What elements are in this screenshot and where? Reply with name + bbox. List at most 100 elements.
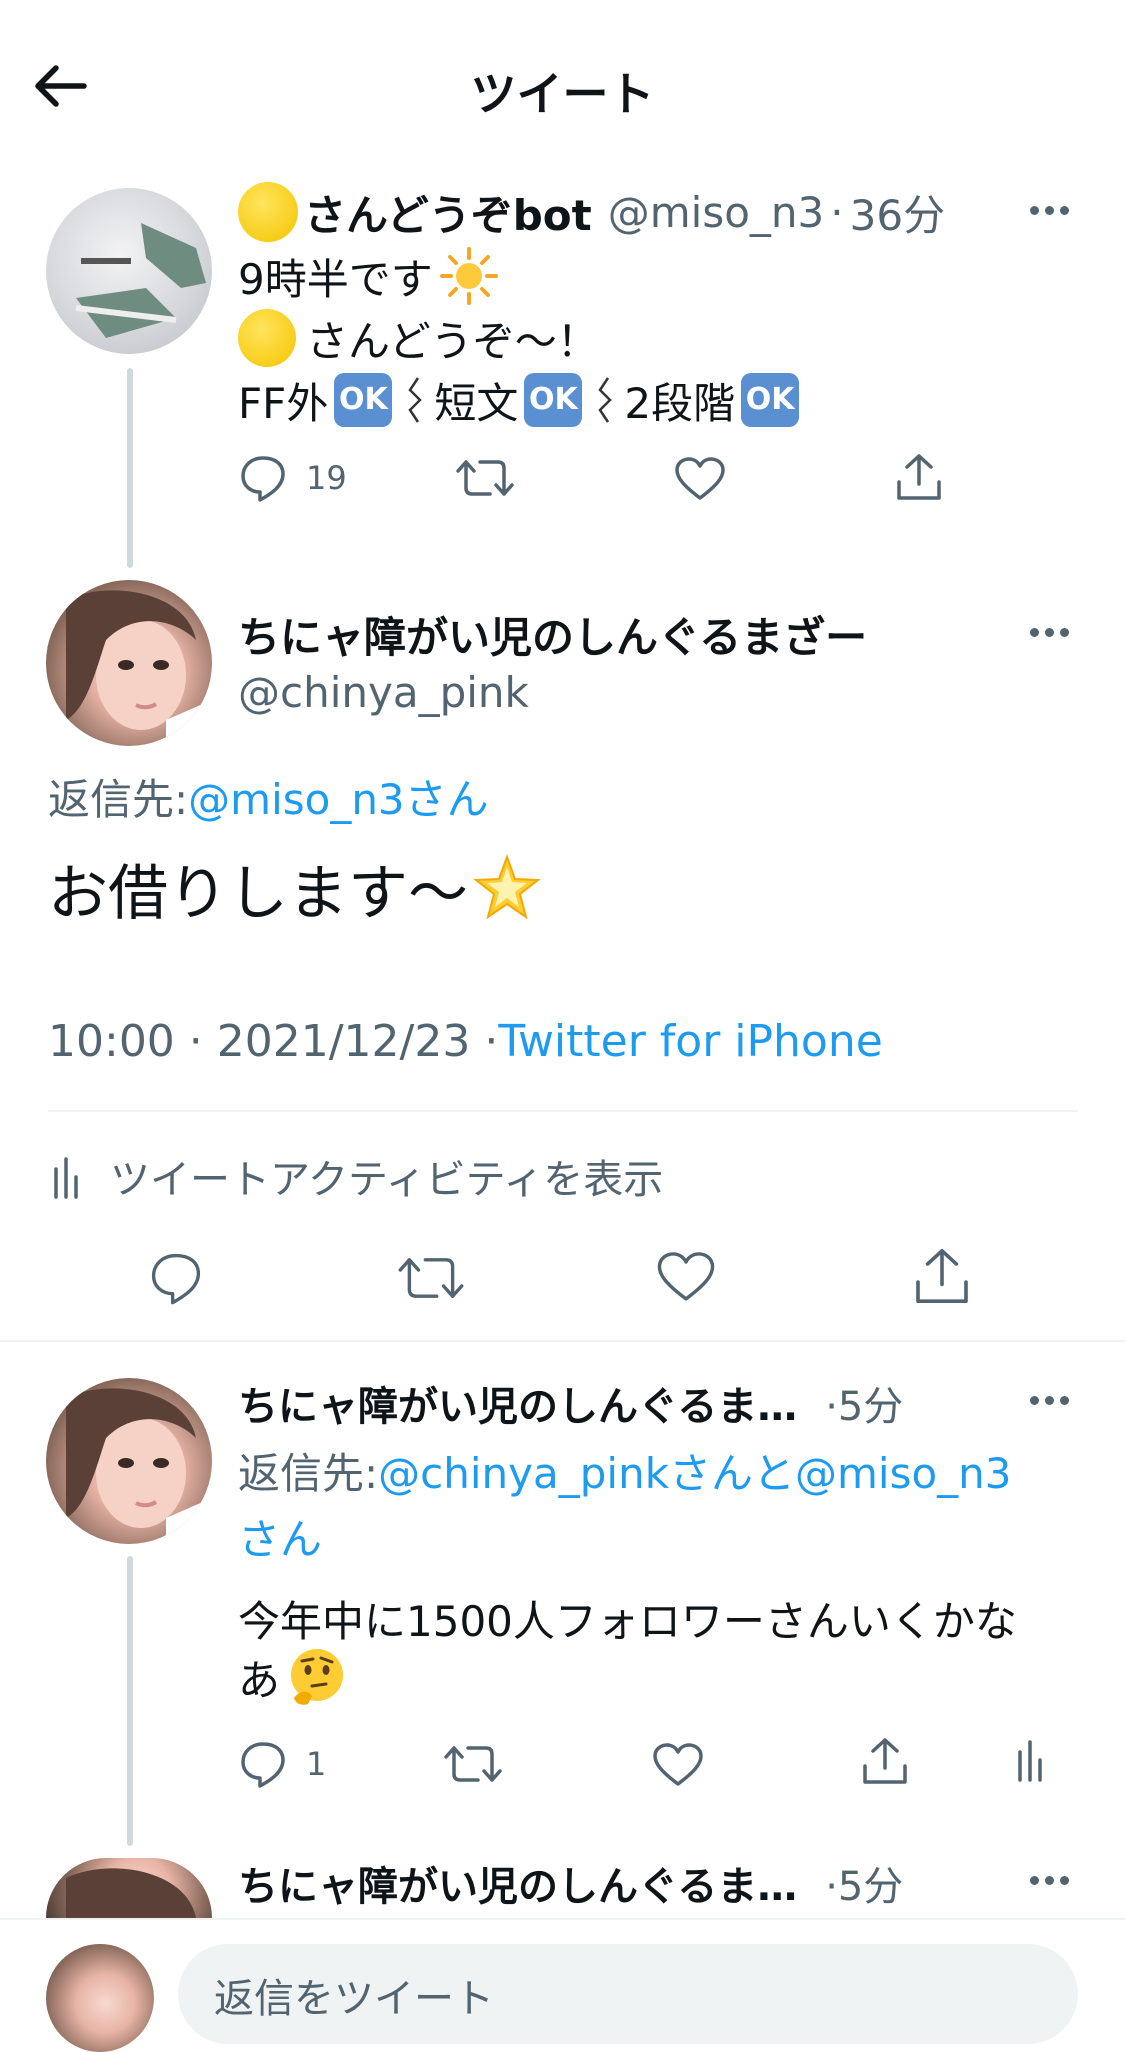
tweet-text: 今年中に1500人フォロワーさんいくかな [238, 1597, 1017, 1646]
tweet-text: お借りします〜 [48, 858, 468, 929]
reply-to-link[interactable]: @miso_n3さん [188, 766, 489, 827]
sneakers-icon [75, 223, 206, 338]
reply-to-link[interactable]: さん [238, 1506, 322, 1567]
reply-icon [241, 1742, 285, 1788]
heart-icon [657, 1252, 715, 1301]
thinking-face-icon [291, 1649, 344, 1705]
divider [48, 1110, 1078, 1112]
more-icon[interactable] [1030, 1396, 1069, 1405]
display-name[interactable]: さんどうぞbot [304, 182, 592, 243]
reply-button[interactable] [148, 1250, 204, 1306]
tweet-text-line: 9時半です [238, 247, 499, 305]
divider [0, 1340, 1125, 1342]
share-button[interactable] [860, 1736, 910, 1786]
tweet-text: 9時半です [238, 254, 433, 304]
reply-button[interactable]: 19 [238, 454, 347, 502]
display-name[interactable]: ちにャ障がい児のしんぐるま… [238, 1854, 797, 1912]
reply-context: 返信先: @miso_n3さん [48, 766, 489, 827]
tweet-header: ちにャ障がい児のしんぐるま… ·5分 [238, 1374, 903, 1432]
like-button[interactable] [656, 1250, 716, 1304]
thread-connector [127, 1556, 133, 1846]
header-bar: ツイート [0, 0, 1125, 150]
more-icon[interactable] [1030, 628, 1069, 637]
avatar[interactable] [46, 1858, 212, 1918]
thread-connector [127, 368, 133, 568]
tweet-text: 2段階 [624, 378, 736, 428]
analytics-icon [1018, 1740, 1042, 1782]
reply-placeholder: 返信をツイート [214, 1976, 494, 2022]
tweet-text: あ [238, 1655, 281, 1705]
analytics-icon [54, 1157, 78, 1199]
handle[interactable]: @chinya_pink [238, 668, 529, 717]
ok-badge-icon: OK [741, 373, 800, 427]
yellow-circle-icon [238, 309, 296, 367]
retweet-button[interactable] [398, 1252, 464, 1304]
tweet-text-line: さんどうぞ〜！ [238, 308, 599, 368]
reply-prefix: 返信先: [48, 775, 189, 824]
tweet-body: お借りします〜 [48, 848, 542, 929]
handle[interactable]: @miso_n3 [608, 188, 825, 237]
tweet-header: ちにャ障がい児のしんぐるまざー [238, 604, 867, 665]
more-icon[interactable] [1030, 1876, 1069, 1885]
ok-badge-icon: OK [524, 373, 583, 427]
timestamp: 36分 [849, 190, 946, 240]
retweet-icon [456, 460, 514, 496]
reply-context: 返信先: @chinya_pinkさんと@miso_n3 [238, 1440, 1012, 1501]
squiggle-icon [598, 377, 613, 423]
reply-context: さん [238, 1506, 322, 1567]
avatar[interactable] [46, 1378, 212, 1544]
tweet-text-line: FF外 OK 短文 OK 2段階 OK [238, 370, 805, 430]
reply-icon [151, 1253, 201, 1305]
face-photo-icon [66, 1388, 212, 1544]
share-button[interactable] [894, 452, 944, 502]
avatar[interactable] [46, 188, 212, 354]
activity-label: ツイートアクティビティを表示 [110, 1157, 664, 1203]
avatar [46, 1944, 154, 2052]
glowing-star-icon [473, 854, 541, 920]
face-photo-icon [66, 590, 212, 746]
face-photo-icon [66, 1868, 196, 1918]
like-button[interactable] [674, 456, 726, 502]
analytics-button[interactable] [1016, 1736, 1050, 1782]
avatar[interactable] [46, 580, 212, 746]
timestamp: ·5分 [825, 1864, 904, 1910]
tweet-text: FF外 [238, 378, 329, 428]
squiggle-icon [408, 377, 423, 423]
yellow-circle-icon [238, 182, 298, 242]
tweet-header: さんどうぞbot @miso_n3 · 36分 [238, 180, 945, 244]
tweet-header: ちにャ障がい児のしんぐるま… ·5分 [238, 1854, 903, 1912]
retweet-button[interactable] [444, 1742, 502, 1786]
timestamp: 10:00 · 2021/12/23 · [48, 1016, 499, 1067]
tweet-text-line: あ [238, 1646, 348, 1708]
reply-to-link[interactable]: @chinya_pinkさんと@miso_n3 [378, 1440, 1011, 1501]
reply-input[interactable]: 返信をツイート [178, 1944, 1078, 2044]
reply-count: 1 [306, 1745, 327, 1783]
source-link[interactable]: Twitter for iPhone [498, 1016, 882, 1067]
display-name[interactable]: ちにャ障がい児のしんぐるまざー [238, 604, 867, 665]
separator: · [830, 187, 844, 237]
reply-icon [241, 456, 285, 502]
tweet-text-line: 今年中に1500人フォロワーさんいくかな [238, 1588, 1017, 1649]
tweet-text: 短文 [434, 378, 519, 428]
heart-icon [653, 1743, 703, 1786]
display-name[interactable]: ちにャ障がい児のしんぐるま… [238, 1374, 797, 1432]
share-icon [897, 454, 941, 500]
tweet-meta: 10:00 · 2021/12/23 · Twitter for iPhone [48, 1016, 883, 1067]
reply-composer: 返信をツイート [0, 1918, 1125, 2052]
ok-badge-icon: OK [334, 373, 393, 427]
reply-count: 19 [306, 459, 347, 497]
retweet-icon [398, 1258, 464, 1298]
share-icon [863, 1738, 907, 1784]
share-icon [916, 1249, 968, 1303]
share-button[interactable] [912, 1246, 972, 1306]
tweet-activity-link[interactable]: ツイートアクティビティを表示 [52, 1148, 663, 1204]
retweet-icon [444, 1746, 502, 1782]
like-button[interactable] [652, 1742, 704, 1788]
tweet-text: さんどうぞ〜！ [306, 316, 599, 366]
more-icon[interactable] [1030, 206, 1069, 215]
page-title: ツイート [470, 67, 655, 121]
timestamp: ·5分 [825, 1384, 904, 1430]
reply-button[interactable]: 1 [238, 1740, 326, 1788]
heart-icon [675, 457, 725, 500]
retweet-button[interactable] [456, 456, 514, 500]
